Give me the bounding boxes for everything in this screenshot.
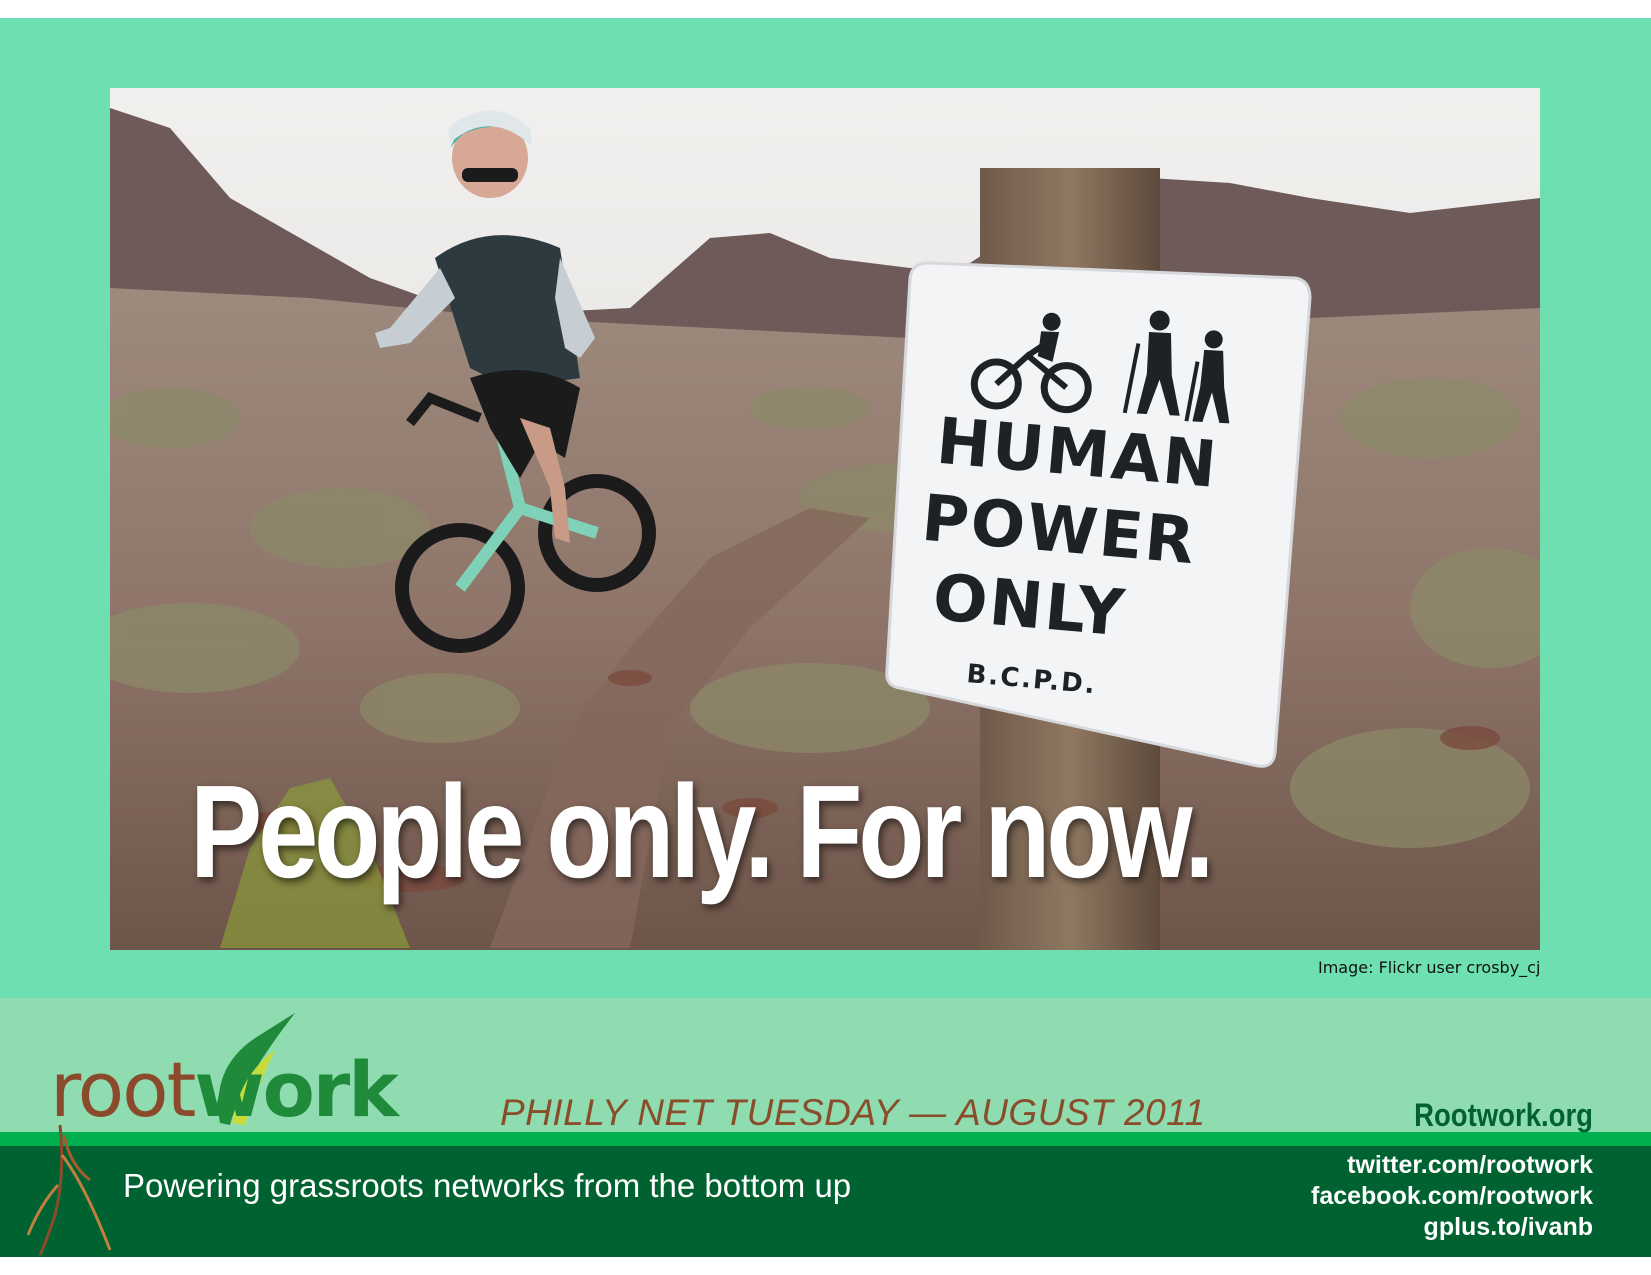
logo: rootwork — [50, 1050, 399, 1130]
facebook-link[interactable]: facebook.com/rootwork — [1311, 1181, 1593, 1212]
site-link[interactable]: Rootwork.org — [1414, 1097, 1593, 1134]
image-credit: Image: Flickr user crosby_cj — [1318, 958, 1541, 977]
twitter-link[interactable]: twitter.com/rootwork — [1311, 1150, 1593, 1181]
headline: People only. For now. — [190, 758, 1215, 905]
social-links: twitter.com/rootwork facebook.com/rootwo… — [1311, 1150, 1593, 1243]
logo-work-text: work — [194, 1045, 398, 1134]
logo-root-text: root — [50, 1045, 196, 1134]
roots-icon — [26, 1124, 112, 1256]
event-title: PHILLY NET TUESDAY — AUGUST 2011 — [500, 1092, 1206, 1133]
gplus-link[interactable]: gplus.to/ivanb — [1311, 1212, 1593, 1243]
tagline: Powering grassroots networks from the bo… — [123, 1167, 852, 1204]
